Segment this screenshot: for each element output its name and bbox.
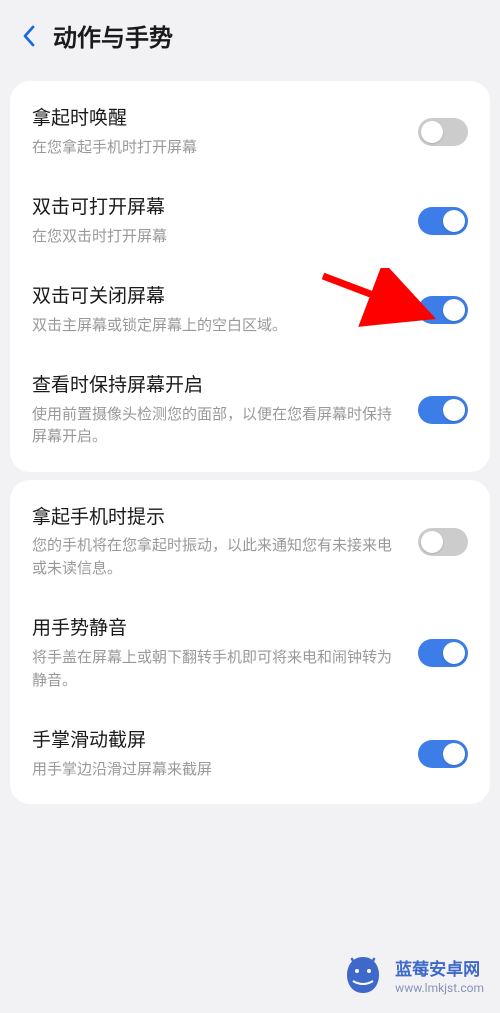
- setting-title: 双击可关闭屏幕: [32, 283, 402, 310]
- watermark-text: 蓝莓安卓网 www.lmkjst.com: [395, 955, 484, 995]
- toggle-palm-swipe[interactable]: [418, 740, 468, 768]
- page-title: 动作与手势: [53, 18, 173, 53]
- watermark-url: www.lmkjst.com: [395, 981, 484, 995]
- toggle-pickup-alert[interactable]: [418, 528, 468, 556]
- toggle-gesture-mute[interactable]: [418, 639, 468, 667]
- setting-subtitle: 双击主屏幕或锁定屏幕上的空白区域。: [32, 314, 402, 337]
- setting-text: 用手势静音 将手盖在屏幕上或朝下翻转手机即可将来电和闹钟转为静音。: [32, 615, 402, 691]
- setting-subtitle: 使用前置摄像头检测您的面部，以便在您看屏幕时保持屏幕开启。: [32, 403, 402, 448]
- toggle-knob: [421, 121, 443, 143]
- setting-double-tap-on[interactable]: 双击可打开屏幕 在您双击时打开屏幕: [10, 176, 490, 265]
- toggle-knob: [443, 210, 465, 232]
- back-icon[interactable]: [22, 25, 35, 47]
- header: 动作与手势: [0, 0, 500, 73]
- setting-title: 拿起时唤醒: [32, 105, 402, 132]
- setting-subtitle: 用手掌边沿滑过屏幕来截屏: [32, 758, 402, 781]
- setting-title: 查看时保持屏幕开启: [32, 372, 402, 399]
- toggle-double-tap-on[interactable]: [418, 207, 468, 235]
- toggle-knob: [443, 299, 465, 321]
- setting-text: 查看时保持屏幕开启 使用前置摄像头检测您的面部，以便在您看屏幕时保持屏幕开启。: [32, 372, 402, 448]
- setting-title: 用手势静音: [32, 615, 402, 642]
- setting-text: 拿起时唤醒 在您拿起手机时打开屏幕: [32, 105, 402, 158]
- watermark: 蓝莓安卓网 www.lmkjst.com: [341, 953, 484, 997]
- watermark-title: 蓝莓安卓网: [395, 955, 484, 980]
- setting-text: 双击可打开屏幕 在您双击时打开屏幕: [32, 194, 402, 247]
- setting-subtitle: 将手盖在屏幕上或朝下翻转手机即可将来电和闹钟转为静音。: [32, 646, 402, 691]
- setting-double-tap-off[interactable]: 双击可关闭屏幕 双击主屏幕或锁定屏幕上的空白区域。: [10, 265, 490, 354]
- toggle-knob: [443, 642, 465, 664]
- settings-group-1: 拿起时唤醒 在您拿起手机时打开屏幕 双击可打开屏幕 在您双击时打开屏幕 双击可关…: [10, 81, 490, 472]
- setting-text: 拿起手机时提示 您的手机将在您拿起时振动，以此来通知您有未接来电或未读信息。: [32, 504, 402, 580]
- setting-title: 手掌滑动截屏: [32, 727, 402, 754]
- toggle-knob: [443, 399, 465, 421]
- watermark-logo-icon: [341, 953, 385, 997]
- setting-gesture-mute[interactable]: 用手势静音 将手盖在屏幕上或朝下翻转手机即可将来电和闹钟转为静音。: [10, 597, 490, 709]
- setting-subtitle: 在您拿起手机时打开屏幕: [32, 136, 402, 159]
- setting-lift-to-wake[interactable]: 拿起时唤醒 在您拿起手机时打开屏幕: [10, 87, 490, 176]
- toggle-keep-screen-on[interactable]: [418, 396, 468, 424]
- setting-text: 手掌滑动截屏 用手掌边沿滑过屏幕来截屏: [32, 727, 402, 780]
- setting-keep-screen-on[interactable]: 查看时保持屏幕开启 使用前置摄像头检测您的面部，以便在您看屏幕时保持屏幕开启。: [10, 354, 490, 466]
- toggle-knob: [421, 531, 443, 553]
- toggle-double-tap-off[interactable]: [418, 296, 468, 324]
- setting-title: 拿起手机时提示: [32, 504, 402, 531]
- setting-title: 双击可打开屏幕: [32, 194, 402, 221]
- settings-group-2: 拿起手机时提示 您的手机将在您拿起时振动，以此来通知您有未接来电或未读信息。 用…: [10, 480, 490, 804]
- setting-pickup-alert[interactable]: 拿起手机时提示 您的手机将在您拿起时振动，以此来通知您有未接来电或未读信息。: [10, 486, 490, 598]
- toggle-knob: [443, 743, 465, 765]
- setting-subtitle: 在您双击时打开屏幕: [32, 225, 402, 248]
- setting-subtitle: 您的手机将在您拿起时振动，以此来通知您有未接来电或未读信息。: [32, 534, 402, 579]
- setting-text: 双击可关闭屏幕 双击主屏幕或锁定屏幕上的空白区域。: [32, 283, 402, 336]
- toggle-lift-to-wake[interactable]: [418, 118, 468, 146]
- setting-palm-swipe[interactable]: 手掌滑动截屏 用手掌边沿滑过屏幕来截屏: [10, 709, 490, 798]
